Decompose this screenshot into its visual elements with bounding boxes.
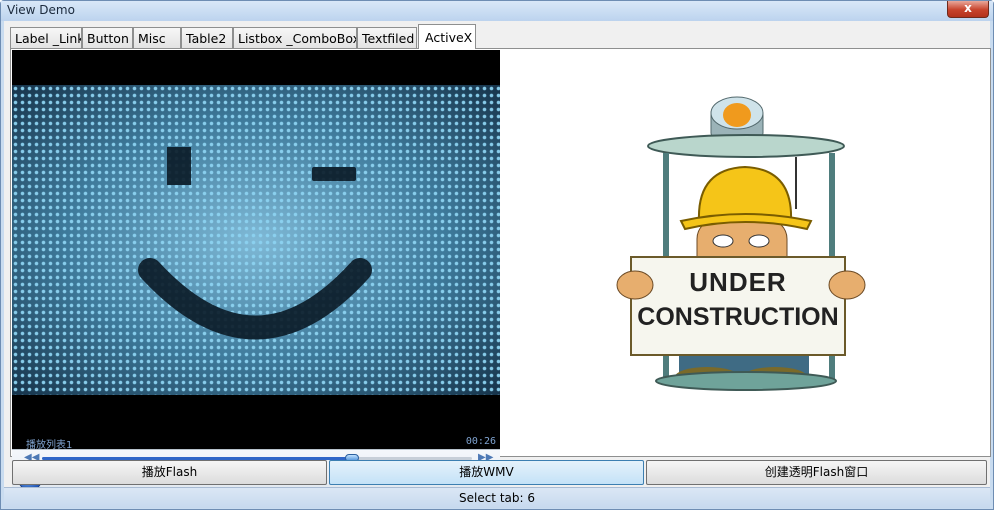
tab-button[interactable]: Button bbox=[82, 27, 133, 48]
media-player[interactable]: 播放列表1 00:26 ◀◀ ▶▶ ■ |◀ ▶| 🔊 bbox=[12, 50, 500, 496]
under-construction-illustration bbox=[616, 96, 866, 391]
sign-line-under: UNDER bbox=[689, 267, 787, 297]
create-transparent-flash-window-button[interactable]: 创建透明Flash窗口 bbox=[646, 460, 987, 485]
sign-line-construction: CONSTRUCTION bbox=[637, 303, 839, 331]
play-flash-button[interactable]: 播放Flash bbox=[12, 460, 327, 485]
status-text: Select tab: 6 bbox=[458, 491, 535, 505]
play-wmv-button[interactable]: 播放WMV bbox=[329, 460, 644, 485]
tab-table2[interactable]: Table2 bbox=[181, 27, 233, 48]
client-area: Label _Link Button Misc Table2 Listbox _… bbox=[4, 21, 991, 508]
tab-textfiled[interactable]: Textfiled bbox=[357, 27, 417, 48]
tab-misc[interactable]: Misc bbox=[133, 27, 181, 48]
tab-panel-activex: 播放列表1 00:26 ◀◀ ▶▶ ■ |◀ ▶| 🔊 bbox=[10, 48, 991, 496]
tab-activex[interactable]: ActiveX bbox=[418, 24, 476, 49]
elapsed-time: 00:26 bbox=[465, 436, 496, 447]
app-window: View Demo x Label _Link Button Misc Tabl… bbox=[0, 0, 994, 510]
close-button[interactable]: x bbox=[947, 1, 989, 18]
flash-player[interactable]: UNDER CONSTRUCTION bbox=[501, 49, 990, 456]
status-bar: Select tab: 6 bbox=[4, 487, 990, 508]
title-bar[interactable]: View Demo x bbox=[1, 1, 993, 21]
smiley-face-image bbox=[138, 147, 372, 340]
window-title: View Demo bbox=[7, 3, 75, 17]
tab-label-link[interactable]: Label _Link bbox=[10, 27, 82, 48]
video-surface[interactable] bbox=[12, 85, 500, 395]
tab-listbox-combobox[interactable]: Listbox _ComboBox bbox=[233, 27, 357, 48]
